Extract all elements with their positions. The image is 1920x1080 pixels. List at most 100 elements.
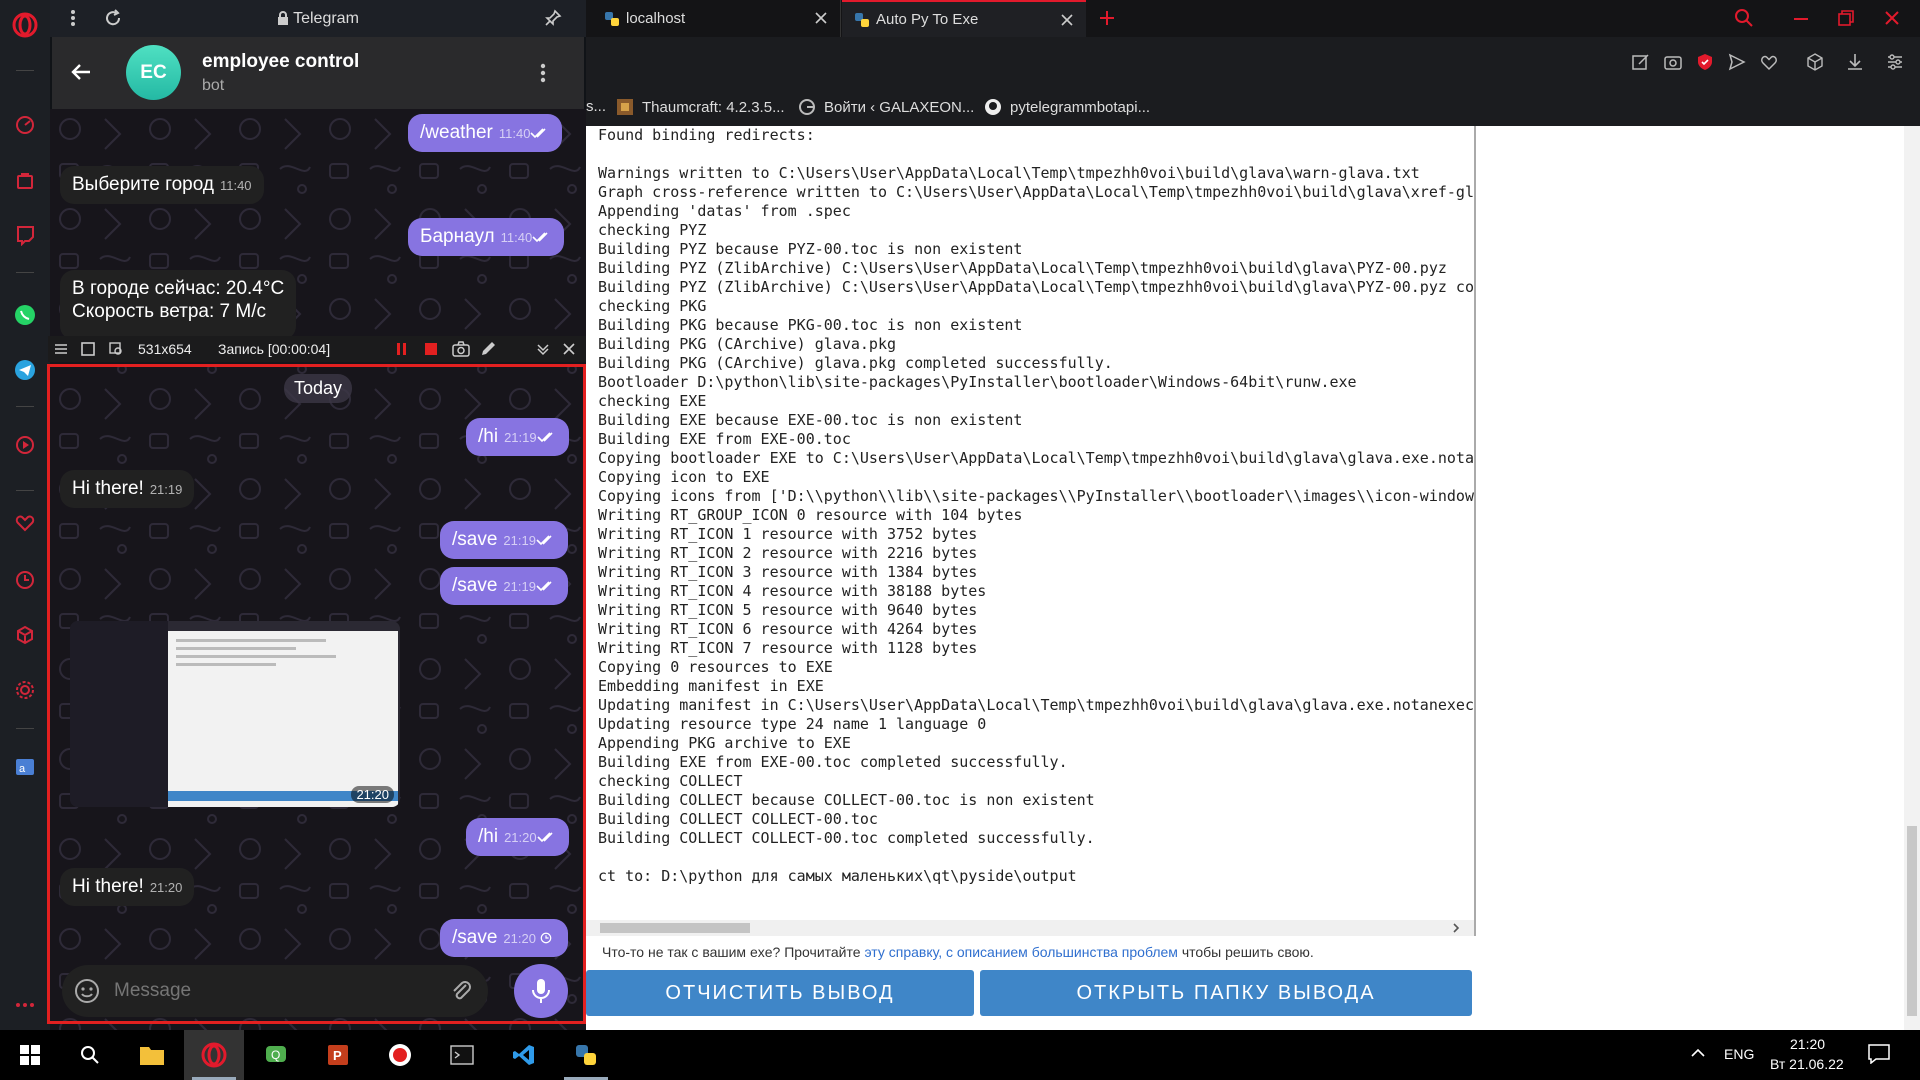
message-time: 21:19	[504, 430, 537, 445]
message-time: 21:19	[503, 579, 536, 594]
edit-icon[interactable]	[1632, 53, 1650, 71]
image-message[interactable]: 21:20	[70, 621, 400, 807]
settings-icon[interactable]	[10, 675, 40, 705]
stop-icon[interactable]	[424, 342, 438, 356]
cube-icon[interactable]	[10, 620, 40, 650]
send-icon[interactable]	[1728, 53, 1746, 71]
tab-auto-py-to-exe[interactable]: Auto Py To Exe	[842, 0, 1086, 37]
whatsapp-icon[interactable]	[10, 300, 40, 330]
fullscreen-icon[interactable]	[81, 342, 95, 356]
recording-status: Запись [00:00:04]	[218, 341, 331, 357]
message-text: Скорость ветра: 7 М/с	[72, 301, 266, 322]
close-window-icon[interactable]	[1884, 10, 1900, 26]
message-in[interactable]: В городе сейчас: 20.4°C Скорость ветра: 7…	[60, 270, 297, 340]
message-out[interactable]: /save 21:20	[440, 919, 568, 957]
emoji-icon[interactable]	[74, 978, 100, 1004]
speed-dial-icon[interactable]	[10, 110, 40, 140]
svg-text:P: P	[333, 1048, 342, 1063]
message-out[interactable]: /hi 21:20	[466, 818, 569, 856]
favorites-heart-icon[interactable]	[1760, 53, 1778, 71]
heart-icon[interactable]	[10, 508, 40, 538]
bookmark-item[interactable]: Thaumcraft: 4.2.3.5...	[616, 98, 785, 116]
bookmark-item[interactable]: Войти ‹ GALAXEON...	[798, 98, 974, 116]
file-explorer-icon[interactable]	[122, 1030, 182, 1080]
page-scrollbar[interactable]	[1904, 126, 1920, 1030]
search-icon[interactable]	[60, 1030, 120, 1080]
message-input[interactable]	[114, 975, 414, 1007]
bookmark-item[interactable]: pytelegrammbotapi...	[984, 98, 1150, 116]
close-tab-icon[interactable]	[1060, 13, 1074, 27]
scroll-right-icon[interactable]	[1452, 922, 1460, 934]
notifications-icon[interactable]	[1868, 1044, 1890, 1064]
back-arrow-icon[interactable]	[70, 61, 92, 83]
output-console[interactable]: Found binding redirects: Warnings writte…	[586, 126, 1476, 936]
opera-logo-icon[interactable]	[10, 10, 40, 40]
twitch-icon[interactable]	[10, 220, 40, 250]
chat-menu-icon[interactable]	[540, 63, 546, 83]
message-in[interactable]: Выберите город 11:40	[60, 166, 264, 204]
message-in[interactable]: Hi there! 21:19	[60, 470, 195, 508]
help-text-before: Что-то не так с вашим exe? Прочитайте	[602, 944, 865, 960]
message-in[interactable]: Hi there! 21:20	[60, 868, 195, 906]
translator-icon[interactable]: a	[10, 752, 40, 782]
avatar[interactable]: EC	[126, 45, 181, 100]
open-output-folder-button[interactable]: ОТКРЫТЬ ПАПКУ ВЫВОДА	[980, 970, 1472, 1016]
svg-text:a: a	[19, 763, 26, 775]
close-icon[interactable]	[562, 342, 576, 356]
pencil-icon[interactable]	[480, 341, 496, 357]
message-out[interactable]: Барнаул 11:40	[408, 218, 565, 256]
history-icon[interactable]	[10, 565, 40, 595]
more-icon[interactable]	[10, 990, 40, 1020]
screen-recorder-icon[interactable]	[370, 1030, 430, 1080]
python-taskbar-icon[interactable]	[556, 1030, 616, 1080]
bookmark-item[interactable]: s...	[586, 98, 606, 115]
extensions-cube-icon[interactable]	[1806, 53, 1824, 71]
vscode-icon[interactable]	[494, 1030, 554, 1080]
shield-icon[interactable]	[1696, 53, 1714, 71]
attach-icon[interactable]	[450, 979, 474, 1003]
powerpoint-icon[interactable]: P	[308, 1030, 368, 1080]
chat-name[interactable]: employee control	[202, 51, 359, 73]
download-icon[interactable]	[1846, 53, 1864, 71]
tray-chevron-up-icon[interactable]	[1690, 1048, 1706, 1058]
minimize-icon[interactable]	[1793, 17, 1809, 21]
image-time: 21:20	[351, 786, 394, 803]
message-time: 11:40	[219, 178, 252, 193]
tab-localhost[interactable]: localhost	[586, 0, 841, 37]
snapshot-icon[interactable]	[1664, 53, 1682, 71]
voice-button[interactable]	[514, 964, 568, 1018]
close-tab-icon[interactable]	[814, 11, 828, 25]
language-indicator[interactable]: ENG	[1724, 1046, 1754, 1062]
telegram-icon[interactable]	[10, 355, 40, 385]
easy-setup-icon[interactable]	[1886, 53, 1904, 71]
clock-date[interactable]: Вт 21.06.22	[1770, 1056, 1844, 1072]
help-link[interactable]: эту справку, с описанием большинства про…	[864, 944, 1178, 960]
message-out[interactable]: /save 21:19	[440, 521, 568, 559]
shopping-bag-icon[interactable]	[10, 165, 40, 195]
region-select-icon[interactable]	[108, 341, 124, 357]
message-out[interactable]: /hi 21:19	[466, 418, 569, 456]
clock-time[interactable]: 21:20	[1790, 1036, 1825, 1052]
start-button[interactable]	[0, 1030, 60, 1080]
restore-icon[interactable]	[1838, 10, 1854, 26]
clock-pending-icon	[540, 932, 552, 944]
clear-output-button[interactable]: ОТЧИСТИТЬ ВЫВОД	[586, 970, 974, 1016]
button-label: ОТКРЫТЬ ПАПКУ ВЫВОДА	[1076, 981, 1376, 1004]
chat-app-icon[interactable]: Q	[246, 1030, 306, 1080]
new-tab-icon[interactable]	[1098, 9, 1116, 27]
console-scrollbar-horizontal[interactable]	[586, 920, 1474, 936]
bookmark-label: Войти ‹ GALAXEON...	[824, 98, 975, 116]
pin-icon[interactable]	[544, 9, 562, 27]
terminal-icon[interactable]	[432, 1030, 492, 1080]
console-output-text: Found binding redirects: Warnings writte…	[598, 126, 1476, 885]
search-tabs-icon[interactable]	[1734, 8, 1754, 28]
pause-icon[interactable]	[396, 342, 408, 356]
collapse-icon[interactable]	[536, 342, 550, 356]
camera-icon[interactable]	[452, 341, 470, 357]
recorder-menu-icon[interactable]	[54, 342, 68, 356]
message-out[interactable]: /save 21:19	[440, 567, 568, 605]
message-text: /save	[452, 575, 498, 596]
message-out[interactable]: /weather 11:40	[408, 114, 563, 152]
player-icon[interactable]	[10, 430, 40, 460]
opera-taskbar-icon[interactable]	[184, 1030, 244, 1080]
